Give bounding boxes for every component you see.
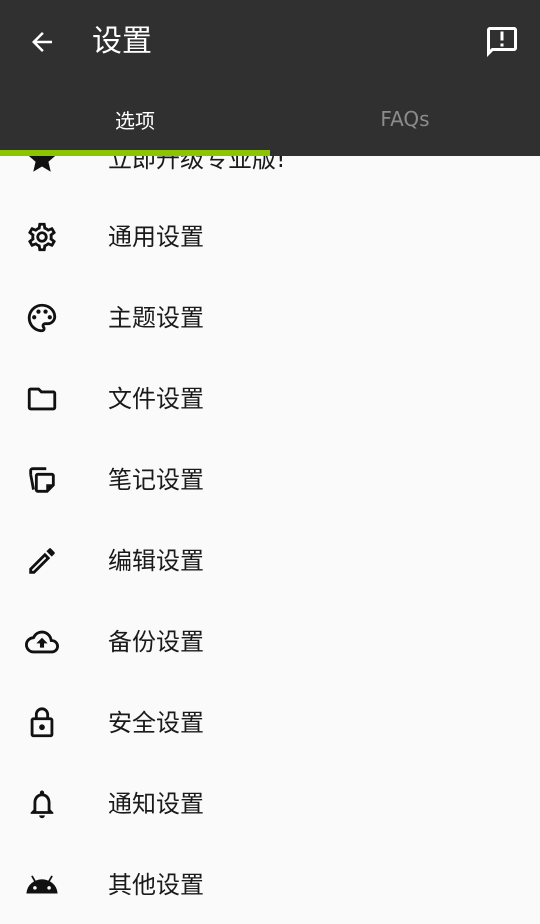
pencil-icon bbox=[24, 543, 60, 579]
palette-icon bbox=[24, 300, 60, 336]
tab-options[interactable]: 选项 bbox=[0, 88, 270, 150]
folder-icon bbox=[24, 381, 60, 417]
list-item-file-settings[interactable]: 文件设置 bbox=[0, 358, 540, 439]
tab-bar: 选项 FAQs bbox=[0, 88, 540, 156]
notes-icon bbox=[24, 462, 60, 498]
back-button[interactable] bbox=[18, 21, 66, 63]
list-item-label: 通知设置 bbox=[108, 789, 204, 818]
list-item-other-settings[interactable]: 其他设置 bbox=[0, 844, 540, 924]
list-item-upgrade-pro[interactable]: 立即升级专业版! bbox=[0, 156, 540, 199]
list-item-label: 主题设置 bbox=[108, 303, 204, 332]
list-item-label: 备份设置 bbox=[108, 627, 204, 656]
list-item-notification-settings[interactable]: 通知设置 bbox=[0, 763, 540, 844]
list-item-theme-settings[interactable]: 主题设置 bbox=[0, 277, 540, 358]
feedback-icon bbox=[484, 24, 520, 60]
settings-list[interactable]: 立即升级专业版! 通用设置 主题设置 文件设置 笔记设置 编辑设置 备份设置 安… bbox=[0, 156, 540, 924]
bell-icon bbox=[24, 786, 60, 822]
tab-faqs[interactable]: FAQs bbox=[270, 88, 540, 150]
page-title: 设置 bbox=[92, 24, 152, 59]
gear-icon bbox=[24, 219, 60, 255]
list-item-general-settings[interactable]: 通用设置 bbox=[0, 196, 540, 277]
lock-icon bbox=[24, 705, 60, 741]
list-item-label: 通用设置 bbox=[108, 222, 204, 251]
arrow-back-icon bbox=[27, 27, 57, 57]
list-item-label: 立即升级专业版! bbox=[108, 156, 286, 173]
list-item-label: 其他设置 bbox=[108, 870, 204, 899]
feedback-button[interactable] bbox=[478, 18, 526, 66]
list-item-backup-settings[interactable]: 备份设置 bbox=[0, 601, 540, 682]
list-item-label: 编辑设置 bbox=[108, 546, 204, 575]
list-item-label: 笔记设置 bbox=[108, 465, 204, 494]
cloud-upload-icon bbox=[24, 624, 60, 660]
list-item-label: 安全设置 bbox=[108, 708, 204, 737]
star-icon bbox=[24, 156, 60, 177]
list-item-editor-settings[interactable]: 编辑设置 bbox=[0, 520, 540, 601]
app-bar: 设置 选项 FAQs bbox=[0, 0, 540, 156]
list-item-label: 文件设置 bbox=[108, 384, 204, 413]
android-icon bbox=[24, 867, 60, 903]
list-item-security-settings[interactable]: 安全设置 bbox=[0, 682, 540, 763]
list-item-note-settings[interactable]: 笔记设置 bbox=[0, 439, 540, 520]
